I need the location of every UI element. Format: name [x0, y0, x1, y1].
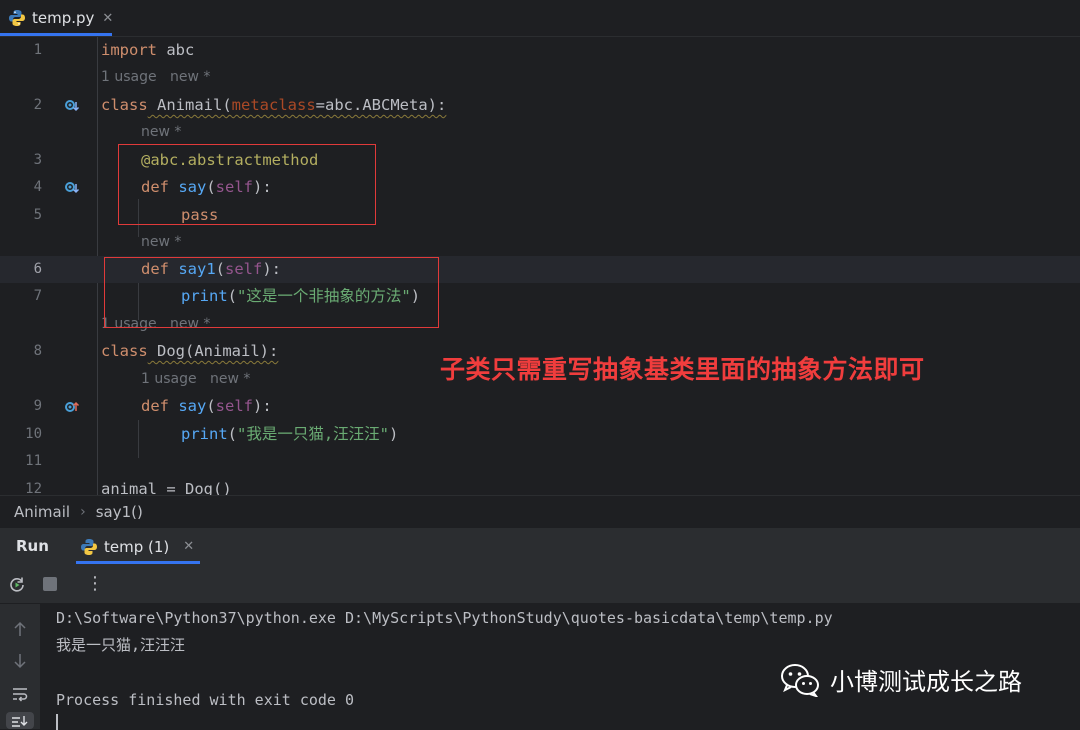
line-number: 9	[33, 398, 42, 414]
paren: )	[389, 425, 399, 443]
line-number: 11	[25, 453, 42, 469]
class-name: Dog(Animail):	[147, 342, 279, 360]
python-file-icon	[81, 538, 97, 555]
console-command-line: D:\Software\Python37\python.exe D:\MyScr…	[56, 609, 833, 627]
breadcrumb-class[interactable]: Animail	[14, 503, 70, 521]
highlight-box-concrete-method	[104, 257, 439, 328]
keyword: class	[101, 342, 148, 360]
line-number: 12	[25, 481, 42, 495]
line-number: 2	[33, 97, 42, 113]
line-number: 5	[33, 207, 42, 223]
arrow-down-icon[interactable]	[12, 652, 28, 670]
scroll-to-end-toggle[interactable]	[6, 712, 34, 729]
file-tab-label: temp.py	[32, 9, 95, 27]
line-number: 4	[33, 179, 42, 195]
file-tab-temp-py[interactable]: temp.py ✕	[0, 0, 116, 36]
inlay-hint-row: new *	[0, 119, 1080, 146]
keyword: def	[141, 397, 169, 415]
code-text: =abc.ABCMeta):	[315, 96, 447, 114]
console-output-line: 我是一只猫,汪汪汪	[56, 636, 186, 654]
highlight-box-abstract-method	[118, 144, 376, 225]
code-line[interactable]: 2 class Animail(metaclass=abc.ABCMeta):	[0, 92, 1080, 119]
paren: (	[227, 425, 238, 443]
code-line[interactable]: 9 def say(self):	[0, 393, 1080, 420]
paren: (	[206, 397, 216, 415]
line-number: 8	[33, 343, 42, 359]
usage-hint[interactable]: 1 usage	[141, 371, 197, 387]
line-number: 6	[33, 261, 42, 277]
run-toolbar: ⋮	[0, 565, 1080, 604]
active-tab-indicator	[0, 33, 112, 36]
line-number: 7	[33, 288, 42, 304]
inlay-hint-row: 1 usage new *	[0, 64, 1080, 91]
editor-tab-bar: temp.py ✕	[0, 0, 1080, 37]
line-number: 3	[33, 152, 42, 168]
close-icon[interactable]: ✕	[183, 539, 194, 554]
param-name: metaclass	[231, 96, 316, 114]
builtin-print: print	[181, 425, 228, 443]
function-name: say	[169, 397, 207, 415]
breadcrumb-method[interactable]: say1()	[96, 503, 143, 521]
usage-hint[interactable]: 1 usage	[101, 69, 157, 85]
overrides-up-icon[interactable]	[64, 399, 80, 415]
chevron-right-icon: ›	[80, 504, 86, 520]
watermark-text: 小博测试成长之路	[830, 668, 1022, 696]
code-line[interactable]: 11	[0, 448, 1080, 475]
author-hint[interactable]: new *	[170, 69, 210, 85]
author-hint[interactable]: new *	[141, 229, 181, 256]
line-number: 1	[33, 42, 42, 58]
more-options-icon[interactable]: ⋮	[86, 573, 104, 594]
annotation-text: 子类只需重写抽象基类里面的抽象方法即可	[440, 355, 925, 384]
code-text: animal = Dog()	[101, 480, 232, 495]
arrow-up-icon[interactable]	[12, 620, 28, 638]
inlay-hint-row: new *	[0, 229, 1080, 256]
self-param: self	[215, 397, 253, 415]
code-line[interactable]: 12 animal = Dog()	[0, 476, 1080, 495]
python-file-icon	[9, 10, 25, 26]
text-cursor	[56, 714, 58, 730]
run-window-title: Run	[16, 537, 49, 555]
string-literal: "我是一只猫,汪汪汪"	[237, 425, 390, 443]
console-side-toolbar	[0, 604, 40, 729]
rerun-icon[interactable]	[8, 576, 26, 594]
code-line[interactable]: 1 import abc	[0, 37, 1080, 64]
console-exit-line: Process finished with exit code 0	[56, 691, 355, 709]
run-tab-temp[interactable]: temp (1) ✕	[72, 528, 200, 565]
code-text: abc	[157, 41, 195, 59]
author-hint[interactable]: new *	[141, 119, 181, 146]
keyword: import	[101, 41, 157, 59]
close-icon[interactable]: ✕	[102, 11, 113, 26]
breadcrumb: Animail › say1()	[0, 495, 1080, 528]
wechat-watermark: 小博测试成长之路	[780, 662, 1022, 697]
code-line[interactable]: 10 print("我是一只猫,汪汪汪")	[0, 421, 1080, 448]
implemented-down-icon[interactable]	[64, 180, 80, 196]
soft-wrap-icon[interactable]	[11, 686, 29, 702]
keyword: class	[101, 96, 148, 114]
run-tool-window-header: Run temp (1) ✕	[0, 527, 1080, 565]
paren: ):	[253, 397, 272, 415]
wechat-icon	[781, 663, 819, 697]
run-tab-label: temp (1)	[104, 537, 170, 556]
implemented-down-icon[interactable]	[64, 98, 80, 114]
scroll-to-end-icon	[12, 716, 28, 727]
active-tab-indicator	[76, 561, 200, 564]
stop-icon[interactable]	[43, 577, 57, 591]
class-name: Animail(	[147, 96, 232, 114]
code-editor[interactable]: 1 import abc 1 usage new * 2 class Anima…	[0, 37, 1080, 495]
author-hint[interactable]: new *	[210, 371, 250, 387]
line-number: 10	[25, 426, 42, 442]
